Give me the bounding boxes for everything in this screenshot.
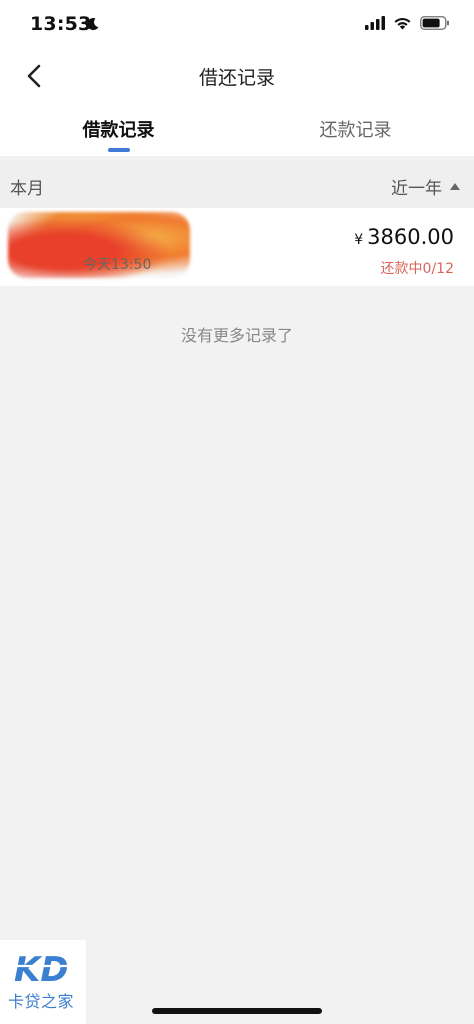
watermark-text: 卡贷之家: [8, 992, 75, 1011]
currency-symbol: ¥: [354, 232, 364, 248]
signal-icon: [365, 16, 385, 30]
active-tab-indicator: [108, 148, 130, 152]
svg-text:KD: KD: [14, 950, 69, 988]
tab-bar: 借款记录 还款记录: [0, 102, 474, 156]
record-amount: ¥ 3860.00: [354, 225, 454, 249]
record-time: 今天13:50: [83, 257, 152, 273]
no-more-records-text: 没有更多记录了: [180, 326, 293, 345]
wifi-icon: [394, 17, 411, 30]
home-indicator: [152, 1008, 322, 1014]
screen: 13:53 借还记录 借款记录 还款记录 本月 近一年 今天13:50 ¥ 38…: [0, 0, 474, 1024]
amount-value: 3860.00: [367, 225, 454, 249]
filter-row: 本月 近一年: [0, 160, 474, 208]
kd-logo-icon: KD: [14, 950, 72, 988]
tab-repay-records[interactable]: 还款记录: [237, 116, 474, 142]
range-label: 近一年: [391, 179, 442, 199]
month-label: 本月: [10, 179, 44, 199]
list-item[interactable]: 今天13:50 ¥ 3860.00 还款中0/12: [0, 208, 474, 286]
triangle-up-icon: [450, 183, 460, 190]
page-title: 借还记录: [198, 67, 275, 89]
watermark-logo: KD 卡贷之家: [0, 940, 86, 1024]
range-filter-button[interactable]: 近一年: [391, 174, 460, 199]
status-time: 13:53: [30, 13, 92, 35]
nav-bar: 借还记录: [0, 50, 474, 102]
status-bar: 13:53: [0, 0, 474, 50]
tab-borrow-records[interactable]: 借款记录: [0, 116, 237, 142]
moon-icon: [87, 18, 99, 31]
battery-icon: [420, 16, 449, 30]
record-status: 还款中0/12: [380, 261, 454, 277]
status-icons: [365, 16, 450, 30]
